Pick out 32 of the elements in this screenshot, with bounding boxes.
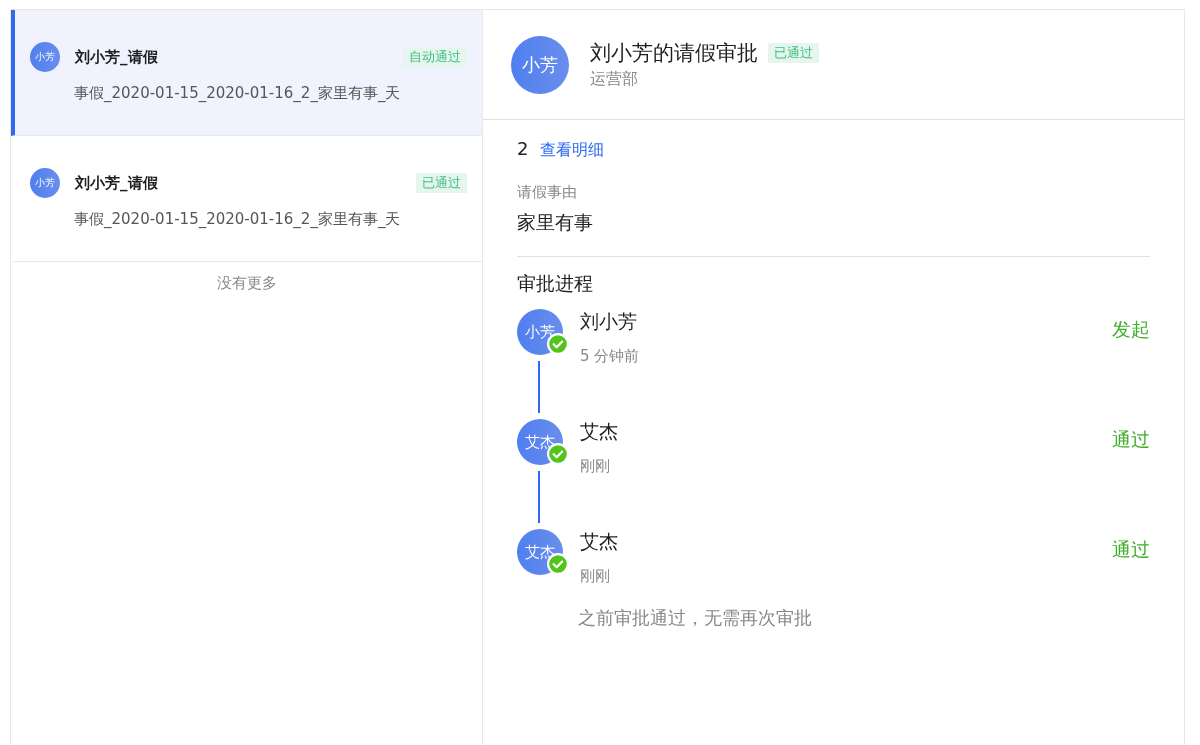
step-time: 刚刚 — [580, 457, 611, 476]
connector-line — [538, 471, 540, 523]
request-summary: 事假_2020-01-15_2020-01-16_2_家里有事_天 — [74, 210, 402, 229]
detail-title: 刘小芳的请假审批 — [590, 40, 758, 67]
step-action: 发起 — [1112, 317, 1150, 342]
request-item[interactable]: 小芳 刘小芳_请假 自动通过 事假_2020-01-15_2020-01-16_2_家里有事_天 — [11, 10, 482, 136]
avatar: 小芳 — [30, 168, 60, 198]
request-title: 刘小芳_请假 — [75, 47, 159, 67]
step-action: 通过 — [1112, 427, 1150, 452]
field-value: 家里有事 — [517, 210, 594, 235]
status-tag: 已通过 — [768, 43, 819, 63]
request-summary: 事假_2020-01-15_2020-01-16_2_家里有事_天 — [74, 84, 402, 103]
details-link[interactable]: 查看明细 — [540, 140, 605, 161]
approver-name: 刘小芳 — [580, 309, 637, 334]
status-tag: 自动通过 — [403, 47, 467, 67]
approver-name: 艾杰 — [580, 419, 618, 444]
step-note: 之前审批通过，无需再次审批 — [578, 606, 813, 630]
list-end-text: 没有更多 — [215, 273, 278, 293]
field-label: 请假事由 — [517, 183, 578, 202]
section-title: 审批进程 — [517, 271, 594, 296]
approver-name: 艾杰 — [580, 529, 618, 554]
avatar: 小芳 — [30, 42, 60, 72]
request-title: 刘小芳_请假 — [75, 173, 159, 193]
step-time: 刚刚 — [580, 567, 611, 586]
avatar: 小芳 — [511, 35, 569, 94]
step-time: 5 分钟前 — [580, 347, 641, 366]
status-tag: 已通过 — [416, 173, 467, 193]
connector-line — [538, 361, 540, 413]
duration-value: 2 — [517, 138, 529, 159]
department-text: 运营部 — [590, 69, 639, 90]
step-action: 通过 — [1112, 537, 1150, 562]
request-item[interactable]: 小芳 刘小芳_请假 已通过 事假_2020-01-15_2020-01-16_2_家里有事_天 — [11, 136, 482, 262]
